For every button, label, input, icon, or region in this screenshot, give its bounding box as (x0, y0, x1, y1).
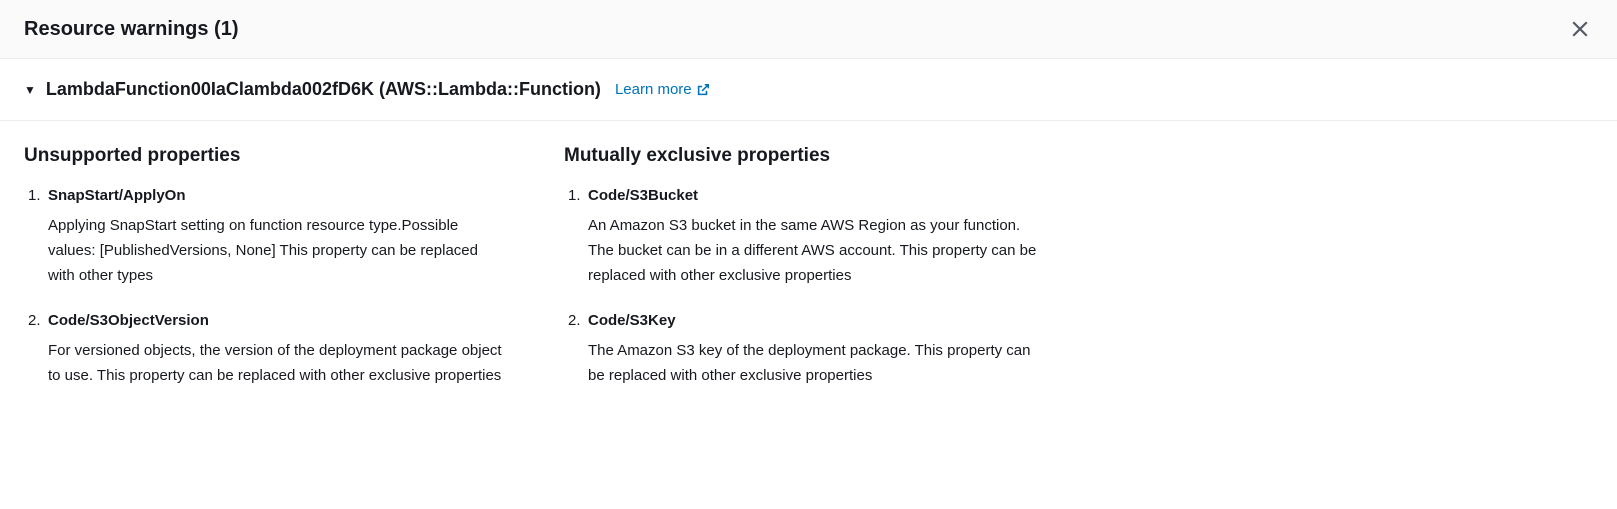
external-link-icon (696, 83, 710, 97)
property-item: Code/S3Bucket An Amazon S3 bucket in the… (564, 187, 1044, 288)
property-item: Code/S3Key The Amazon S3 key of the depl… (564, 312, 1044, 389)
property-description: Applying SnapStart setting on function r… (48, 214, 504, 288)
property-item: SnapStart/ApplyOn Applying SnapStart set… (24, 187, 504, 288)
property-description: The Amazon S3 key of the deployment pack… (588, 339, 1044, 389)
close-button[interactable] (1567, 16, 1593, 42)
close-icon (1571, 20, 1589, 38)
resource-header: ▼ LambdaFunction00IaClambda002fD6K (AWS:… (0, 59, 1617, 121)
panel-header: Resource warnings (1) (0, 0, 1617, 59)
mutually-exclusive-properties-column: Mutually exclusive properties Code/S3Buc… (564, 145, 1044, 413)
panel-title: Resource warnings (1) (24, 18, 239, 41)
column-title: Unsupported properties (24, 145, 504, 167)
property-list: SnapStart/ApplyOn Applying SnapStart set… (24, 187, 504, 389)
caret-down-icon[interactable]: ▼ (24, 83, 36, 97)
property-item: Code/S3ObjectVersion For versioned objec… (24, 312, 504, 389)
property-description: An Amazon S3 bucket in the same AWS Regi… (588, 214, 1044, 288)
content-area: Unsupported properties SnapStart/ApplyOn… (0, 121, 1617, 437)
learn-more-link[interactable]: Learn more (615, 81, 710, 98)
property-description: For versioned objects, the version of th… (48, 339, 504, 389)
property-name: Code/S3Bucket (588, 187, 1044, 204)
learn-more-label: Learn more (615, 81, 692, 98)
unsupported-properties-column: Unsupported properties SnapStart/ApplyOn… (24, 145, 504, 413)
resource-title: LambdaFunction00IaClambda002fD6K (AWS::L… (46, 79, 601, 100)
column-title: Mutually exclusive properties (564, 145, 1044, 167)
property-name: Code/S3Key (588, 312, 1044, 329)
property-list: Code/S3Bucket An Amazon S3 bucket in the… (564, 187, 1044, 389)
property-name: Code/S3ObjectVersion (48, 312, 504, 329)
property-name: SnapStart/ApplyOn (48, 187, 504, 204)
